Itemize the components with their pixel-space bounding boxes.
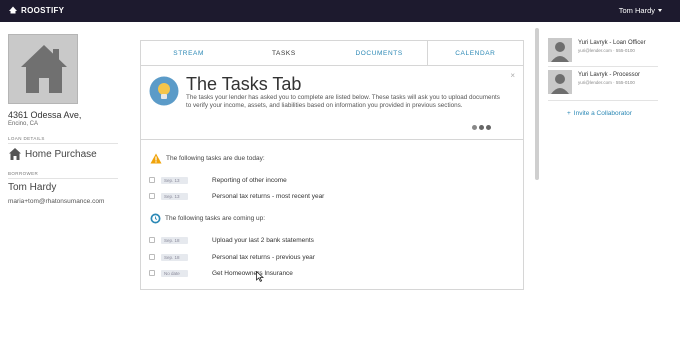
task-row[interactable]: Sep. 18 Upload your last 2 bank statemen… <box>149 235 314 245</box>
property-image <box>8 34 78 104</box>
lightbulb-icon <box>149 76 179 106</box>
task-checkbox[interactable] <box>149 270 155 276</box>
tasks-intro-panel: The Tasks Tab The tasks your lender has … <box>140 66 524 140</box>
carousel-dot[interactable] <box>479 125 484 130</box>
task-date: Sep. 13 <box>161 192 188 200</box>
divider <box>8 178 118 179</box>
collaborator-item[interactable]: Yuri Lavryk - Processor yuri@lender.com … <box>548 70 640 94</box>
task-row[interactable]: No date Get Homeowners Insurance <box>149 268 293 278</box>
intro-description: The tasks your lender has asked you to c… <box>186 94 500 110</box>
house-icon <box>21 45 67 93</box>
main-tabs: STREAM TASKS DOCUMENTS CALENDAR <box>140 40 524 66</box>
user-icon <box>551 42 569 62</box>
borrower-label: BORROWER <box>8 171 39 176</box>
task-row[interactable]: Sep. 13 Personal tax returns - most rece… <box>149 191 324 201</box>
divider <box>548 100 658 101</box>
task-label[interactable]: Upload your last 2 bank statements <box>212 237 314 244</box>
tasks-list: The following tasks are due today: Sep. … <box>140 140 524 290</box>
tab-stream[interactable]: STREAM <box>141 41 236 65</box>
group-upcoming: The following tasks are coming up: <box>150 213 265 224</box>
brand-name: ROOSTIFY <box>21 5 65 15</box>
group-heading: The following tasks are due today: <box>166 155 265 162</box>
task-date: Sep. 13 <box>161 176 188 184</box>
tab-documents[interactable]: DOCUMENTS <box>332 41 427 65</box>
intro-title: The Tasks Tab <box>186 74 302 94</box>
scrollbar[interactable] <box>535 28 539 180</box>
close-icon[interactable]: × <box>510 71 515 80</box>
task-label[interactable]: Personal tax returns - most recent year <box>212 193 324 200</box>
tab-calendar[interactable]: CALENDAR <box>426 41 523 65</box>
carousel-dot[interactable] <box>472 125 477 130</box>
mouse-pointer-icon <box>256 271 264 282</box>
invite-label: Invite a Collaborator <box>573 110 632 117</box>
task-date: Sep. 18 <box>161 253 188 261</box>
invite-collaborator-link[interactable]: + Invite a Collaborator <box>567 110 632 117</box>
divider <box>548 66 658 67</box>
task-date: Sep. 18 <box>161 236 188 244</box>
warning-icon <box>150 153 162 164</box>
plus-icon: + <box>567 110 571 117</box>
divider <box>8 143 118 144</box>
collaborator-contact: yuri@lender.com · 555-0100 <box>578 80 635 85</box>
task-label[interactable]: Get Homeowners Insurance <box>212 270 293 277</box>
user-name: Tom Hardy <box>618 6 655 15</box>
task-checkbox[interactable] <box>149 237 155 243</box>
task-row[interactable]: Sep. 18 Personal tax returns - previous … <box>149 252 315 262</box>
task-checkbox[interactable] <box>149 254 155 260</box>
avatar <box>548 70 572 94</box>
borrower-email[interactable]: maria+tom@rhatonsumance.com <box>8 198 104 205</box>
user-menu[interactable]: Tom Hardy <box>619 6 662 15</box>
property-address: 4361 Odessa Ave, <box>8 110 82 120</box>
user-icon <box>551 74 569 94</box>
property-city: Encino, CA <box>8 121 39 127</box>
chevron-down-icon <box>658 9 662 12</box>
group-due-today: The following tasks are due today: <box>150 153 265 164</box>
roostify-logo-icon <box>9 6 17 14</box>
loan-type-label: Home Purchase <box>25 148 97 160</box>
top-nav-bar: ROOSTIFY Tom Hardy <box>0 0 680 22</box>
collaborator-contact: yuri@lender.com · 555-0100 <box>578 48 635 53</box>
borrower-name: Tom Hardy <box>8 182 57 193</box>
task-label[interactable]: Personal tax returns - previous year <box>212 254 315 261</box>
avatar <box>548 38 572 62</box>
task-checkbox[interactable] <box>149 177 155 183</box>
task-date: No date <box>161 269 188 277</box>
loan-details-label: LOAN DETAILS <box>8 136 45 141</box>
brand[interactable]: ROOSTIFY <box>8 5 64 15</box>
collaborator-item[interactable]: Yuri Lavryk - Loan Officer yuri@lender.c… <box>548 38 646 62</box>
task-checkbox[interactable] <box>149 193 155 199</box>
task-label[interactable]: Reporting of other income <box>212 177 287 184</box>
task-row[interactable]: Sep. 13 Reporting of other income <box>149 175 287 185</box>
clock-icon <box>150 213 161 224</box>
collaborator-name: Yuri Lavryk - Processor <box>578 72 641 78</box>
loan-type: Home Purchase <box>8 147 97 161</box>
collaborator-name: Yuri Lavryk - Loan Officer <box>578 40 646 46</box>
home-icon <box>9 148 21 160</box>
group-heading: The following tasks are coming up: <box>165 215 266 222</box>
carousel-dot[interactable] <box>486 125 491 130</box>
tab-tasks[interactable]: TASKS <box>236 41 331 65</box>
